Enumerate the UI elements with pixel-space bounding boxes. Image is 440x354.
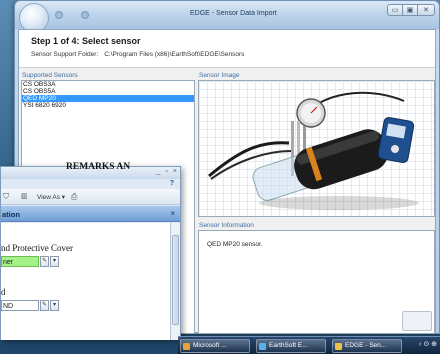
wizard-next-button[interactable] bbox=[402, 311, 432, 331]
task-pane-title: ation bbox=[2, 210, 20, 219]
qed-mp20-sensor-image bbox=[208, 91, 419, 210]
document-caption-buttons: _ ▫ × bbox=[152, 168, 177, 175]
earthsoft-app-icon bbox=[259, 343, 266, 350]
document-toolbar: ⛉ ▥ View As ▾ ⎙ bbox=[1, 189, 180, 205]
sensor-information-label: Sensor Information bbox=[199, 222, 254, 229]
taskbar-item-label: EDGE - Sen... bbox=[345, 342, 387, 349]
task-pane-close-button[interactable]: × bbox=[170, 209, 175, 218]
taskbar-item-label: EarthSoft E... bbox=[269, 342, 308, 349]
quick-access-dropdown-icon[interactable] bbox=[81, 11, 89, 19]
window-title: EDGE - Sensor Data Import bbox=[190, 10, 277, 17]
folder-label: Sensor Support Folder: bbox=[31, 51, 99, 58]
condition-field[interactable]: ND bbox=[1, 300, 39, 311]
sensor-list-item-selected[interactable]: QED MP20 bbox=[22, 95, 194, 102]
document-content: nd Protective Cover ner ✎ ▾ d ND ✎ ▾ bbox=[1, 223, 171, 340]
remarks-heading: REMARKS AN bbox=[66, 162, 131, 172]
title-bar: EDGE - Sensor Data Import ▭ ▣ ✕ bbox=[15, 1, 439, 33]
print-icon[interactable]: ⎙ bbox=[71, 192, 77, 202]
edit-pencil-icon[interactable]: ✎ bbox=[40, 256, 49, 267]
taskbar-item-edge[interactable]: EDGE - Sen... bbox=[332, 339, 402, 353]
dropdown-arrow-icon[interactable]: ▾ bbox=[50, 300, 59, 311]
view-as-button[interactable]: View As ▾ bbox=[37, 193, 65, 201]
close-button[interactable]: ✕ bbox=[417, 4, 435, 16]
taskbar-item-microsoft[interactable]: Microsoft ... bbox=[180, 339, 250, 353]
caption-buttons: ▭ ▣ ✕ bbox=[387, 4, 435, 16]
supported-sensors-label: Supported Sensors bbox=[22, 72, 78, 79]
document-maximize-button[interactable]: ▫ bbox=[165, 168, 167, 175]
taskbar: Microsoft ... EarthSoft E... EDGE - Sen.… bbox=[178, 336, 440, 354]
quick-access-save-icon[interactable] bbox=[55, 11, 63, 19]
sensor-information-text: QED MP20 sensor. bbox=[207, 241, 263, 248]
task-pane-header: ation × bbox=[1, 206, 180, 222]
sensor-list-item[interactable]: CS OBS3A bbox=[22, 81, 194, 88]
minimize-button[interactable]: ▭ bbox=[387, 4, 403, 16]
sensor-image-panel bbox=[198, 80, 435, 217]
taskbar-item-earthsoft[interactable]: EarthSoft E... bbox=[256, 339, 326, 353]
field-heading: d bbox=[1, 287, 6, 297]
document-window: _ ▫ × ? ⛉ ▥ View As ▾ ⎙ ation × nd Protect… bbox=[0, 166, 181, 340]
maximize-button[interactable]: ▣ bbox=[402, 4, 418, 16]
taskbar-item-label: Microsoft ... bbox=[193, 342, 227, 349]
grid-icon[interactable]: ▥ bbox=[21, 192, 28, 200]
sensor-image-label: Sensor Image bbox=[199, 72, 240, 79]
help-icon[interactable]: ? bbox=[170, 180, 174, 187]
system-tray[interactable]: ‹ ⊙ ⊕ bbox=[419, 340, 437, 348]
cover-field[interactable]: ner bbox=[1, 256, 39, 267]
folder-path: C:\Program Files (x86)\EarthSoft\EDGE\Se… bbox=[104, 51, 245, 58]
wizard-step-header: Step 1 of 4: Select sensor Sensor Suppor… bbox=[19, 30, 435, 68]
document-scrollbar[interactable] bbox=[171, 223, 180, 340]
sensor-support-folder: Sensor Support Folder: C:\Program Files (… bbox=[31, 51, 244, 58]
step-title: Step 1 of 4: Select sensor bbox=[31, 36, 141, 46]
document-minimize-button[interactable]: _ bbox=[157, 168, 161, 175]
document-close-button[interactable]: × bbox=[173, 168, 177, 175]
scrollbar-thumb[interactable] bbox=[172, 235, 179, 325]
dropdown-arrow-icon[interactable]: ▾ bbox=[50, 256, 59, 267]
filter-icon[interactable]: ⛉ bbox=[3, 192, 9, 202]
edge-app-icon bbox=[335, 343, 342, 350]
sensor-list-item[interactable]: YSI 6820 6920 bbox=[22, 102, 194, 109]
sensor-list-item[interactable]: CS OBS5A bbox=[22, 88, 194, 95]
microsoft-app-icon bbox=[183, 343, 190, 350]
cover-heading: nd Protective Cover bbox=[1, 243, 73, 253]
edit-pencil-icon[interactable]: ✎ bbox=[40, 300, 49, 311]
sensor-information-panel: QED MP20 sensor. bbox=[198, 230, 435, 334]
